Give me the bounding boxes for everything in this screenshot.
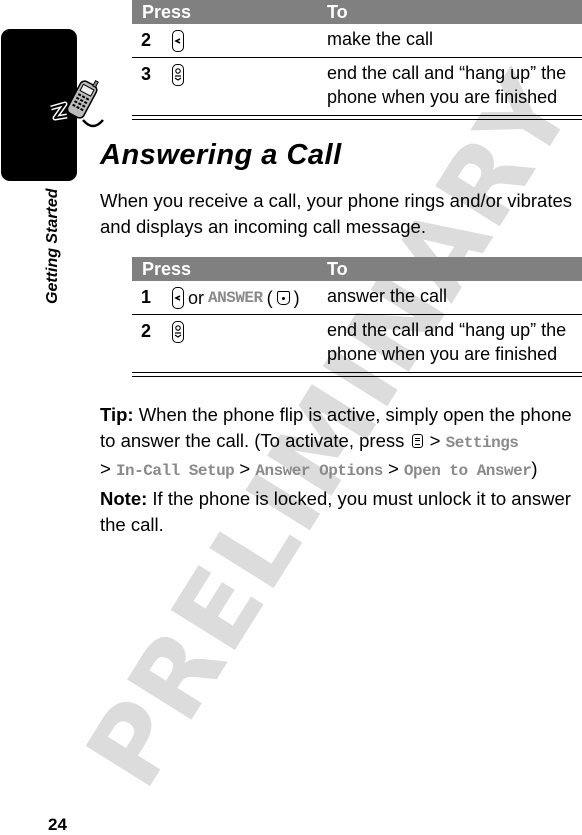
table-row: 3 end the call and “hang up” the phone w…: [132, 58, 582, 116]
page-number: 24: [48, 815, 67, 834]
note-paragraph: Note: If the phone is locked, you must u…: [100, 486, 580, 538]
table-header: Press To: [132, 0, 582, 24]
header-to: To: [327, 259, 348, 279]
tip-label: Tip:: [100, 404, 134, 425]
phone-ringing-icon: [50, 79, 104, 130]
header-press: Press: [142, 2, 192, 22]
note-text: If the phone is locked, you must unlock …: [100, 488, 571, 535]
menu-path-in-call-setup: In-Call Setup: [115, 462, 235, 480]
end-key-icon: [172, 321, 184, 343]
softkey-label: ANSWER: [208, 289, 263, 307]
table-row: 2 make the call: [132, 24, 582, 58]
step-number: 2: [141, 30, 152, 50]
step-action: answer the call: [327, 286, 448, 306]
section-label: Getting Started: [44, 188, 61, 304]
menu-path-answer-options: Answer Options: [255, 462, 383, 480]
step-number: 3: [141, 64, 152, 84]
table-end-rule: [132, 373, 582, 377]
header-press: Press: [142, 259, 192, 279]
step-number: 2: [141, 321, 152, 341]
step-action: make the call: [327, 29, 434, 49]
end-key-icon: [172, 64, 184, 86]
send-key-icon: [172, 287, 184, 309]
page-title: Answering a Call: [100, 139, 342, 171]
intro-paragraph: When you receive a call, your phone ring…: [100, 190, 573, 237]
table-header: Press To: [132, 257, 582, 281]
or-text: or: [188, 287, 205, 308]
center-select-key-icon: [276, 291, 290, 305]
step-number: 1: [141, 287, 152, 307]
header-to: To: [327, 2, 348, 22]
send-key-icon: [172, 30, 184, 52]
step-action: end the call and “hang up” the phone whe…: [327, 320, 567, 364]
table-row: 2 end the call and “hang up” the phone w…: [132, 315, 582, 373]
menu-path-settings: Settings: [445, 434, 519, 452]
note-label: Note:: [100, 488, 148, 509]
table-end-rule: [132, 116, 582, 120]
menu-path-open-to-answer: Open to Answer: [403, 462, 532, 480]
call-steps-table: Press To 2 make the call 3 end the call …: [132, 0, 582, 120]
step-action: end the call and “hang up” the phone whe…: [327, 63, 567, 107]
menu-key-icon: [411, 434, 423, 448]
table-row: 1 or ANSWER () answer the call: [132, 281, 582, 315]
answer-steps-table: Press To 1 or ANSWER () answer the call …: [132, 257, 582, 377]
tip-paragraph: Tip: When the phone flip is active, simp…: [100, 404, 572, 480]
